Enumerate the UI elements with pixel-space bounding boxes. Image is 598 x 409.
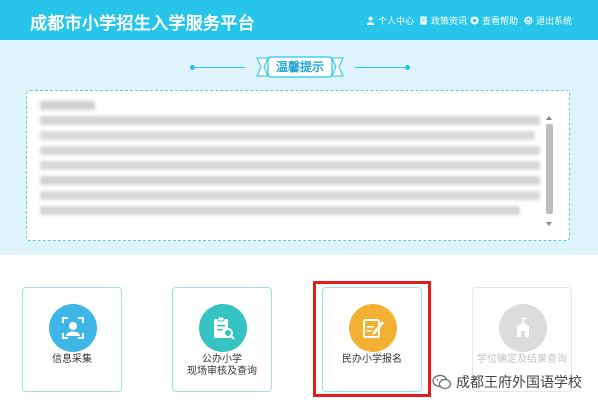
card-info-collection-label: 信息采集 <box>52 354 92 365</box>
highlight-box <box>313 281 431 397</box>
scroll-thumb[interactable] <box>546 124 553 214</box>
watermark-text: 成都王府外国语学校 <box>456 375 582 391</box>
watermark: 成都王府外国语学校 <box>432 372 582 392</box>
scroll-up-arrow-icon[interactable] <box>546 116 552 120</box>
card-result-query-icon <box>499 304 547 352</box>
notice-scrollbar[interactable] <box>546 116 553 226</box>
notice-title-box: 温馨提示 <box>256 56 344 78</box>
nav-logout-label: 退出系统 <box>536 16 573 27</box>
card-public-review-label: 公办小学 现场审核及查询 <box>187 354 257 377</box>
card-public-review[interactable]: 公办小学 现场审核及查询 <box>172 287 272 392</box>
scroll-down-arrow-icon[interactable] <box>546 222 552 226</box>
nav-logout[interactable]: 退出系统 <box>524 14 573 27</box>
power-icon <box>524 15 533 25</box>
nav-policy-news-label: 政策资讯 <box>431 16 468 27</box>
card-public-review-icon <box>199 304 247 352</box>
blurred-text <box>40 146 540 155</box>
blurred-text <box>40 176 540 185</box>
blurred-text <box>40 101 95 110</box>
school-icon <box>516 317 530 337</box>
nav-personal-center-label: 个人中心 <box>378 16 415 27</box>
nav-personal-center[interactable]: 个人中心 <box>366 14 415 27</box>
nav-help-label: 查看帮助 <box>482 16 519 27</box>
title-line-right <box>355 67 405 68</box>
blurred-text <box>40 206 520 215</box>
document-icon <box>420 15 427 25</box>
blurred-text <box>40 116 540 125</box>
face-scan-icon <box>62 317 84 339</box>
card-info-collection[interactable]: 信息采集 <box>22 287 122 392</box>
title-line-left <box>195 67 245 68</box>
nav-policy-news[interactable]: 政策资讯 <box>419 14 468 27</box>
header-bar: 成都市小学招生入学服务平台 个人中心 政策资讯 查看帮助 退出系统 <box>0 0 598 40</box>
title-dot-right <box>405 65 410 70</box>
nav-help[interactable]: 查看帮助 <box>470 14 519 27</box>
notice-title: 温馨提示 <box>275 60 324 74</box>
blurred-text <box>40 191 540 200</box>
help-icon <box>470 15 479 25</box>
site-title: 成都市小学招生入学服务平台 <box>30 14 255 34</box>
blurred-text <box>40 161 540 170</box>
wechat-icon <box>432 374 452 390</box>
card-result-query-label: 学位确定及结果查询 <box>477 354 567 365</box>
blurred-text <box>40 131 535 140</box>
card-info-collection-icon <box>49 304 97 352</box>
user-icon <box>366 16 375 25</box>
notice-title-banner: 温馨提示 <box>190 56 410 78</box>
clipboard-search-icon <box>214 316 235 340</box>
